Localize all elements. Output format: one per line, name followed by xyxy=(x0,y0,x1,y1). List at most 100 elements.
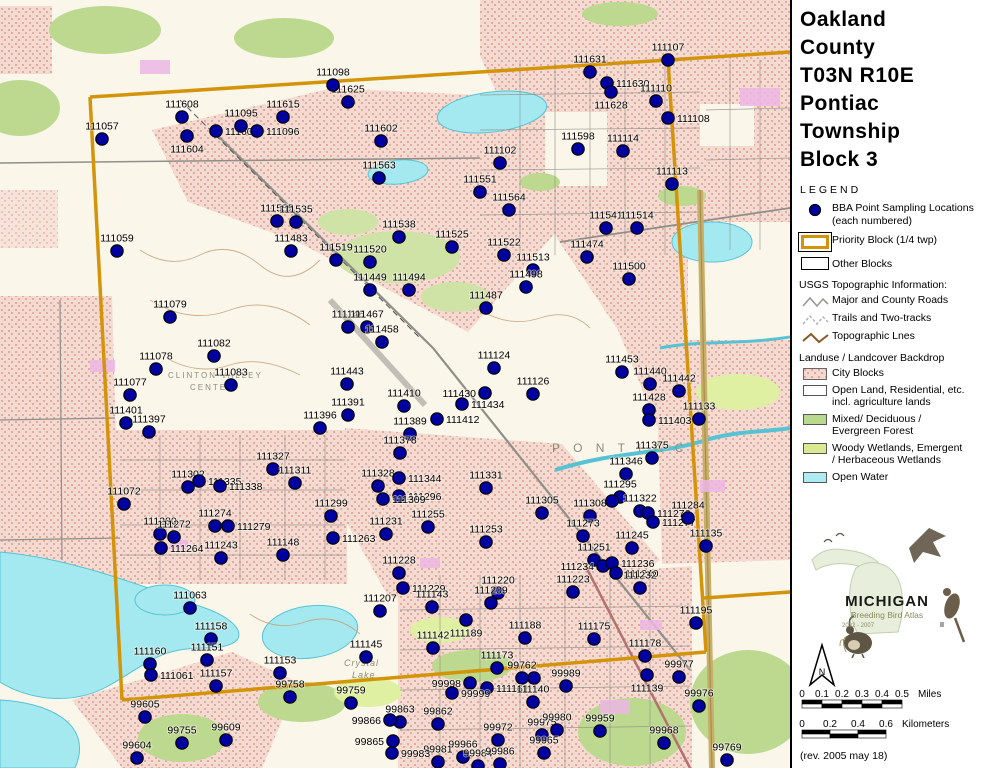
bba-point-label: 111083 xyxy=(214,367,248,379)
bba-point-111124 xyxy=(488,362,500,374)
bba-point-label: 111434 xyxy=(471,399,505,411)
bba-point-label: 111158 xyxy=(195,621,228,633)
bba-point-label: 99769 xyxy=(712,742,741,754)
bba-point-label: 111428 xyxy=(632,392,666,404)
bba-point-label: 99762 xyxy=(507,660,536,672)
bba-point-111401 xyxy=(120,417,132,429)
bba-point-label: 111114 xyxy=(607,133,639,145)
bba-point-111102 xyxy=(494,157,506,169)
bba-point-label: 111113 xyxy=(656,166,688,178)
bba-point-111077 xyxy=(124,389,136,401)
city-blocks-swatch xyxy=(798,367,832,380)
scale-unit-label: Miles xyxy=(918,689,941,700)
bba-point-label: 111061 xyxy=(160,670,194,682)
legend-heading: LEGEND xyxy=(792,176,1000,200)
bba-point-label: 111331 xyxy=(469,470,503,482)
scale-tick-label: 0.4 xyxy=(851,719,865,730)
bba-point-label: 111378 xyxy=(383,435,417,447)
bba-point-label: 111344 xyxy=(408,473,442,485)
bba-point-label: 111124 xyxy=(478,350,511,362)
other-blocks-icon xyxy=(798,256,832,270)
bba-point-label: 111110 xyxy=(640,83,672,95)
bba-point-111157 xyxy=(210,680,222,692)
scale-tick-label: 0.3 xyxy=(855,689,869,700)
bba-point-111110 xyxy=(650,95,662,107)
bba-point-label: 111453 xyxy=(605,354,639,366)
bba-point-label: 111228 xyxy=(382,555,416,567)
bba-point-label: 111474 xyxy=(570,239,604,251)
bba-point-label: 111157 xyxy=(200,668,233,680)
bba-point-111061 xyxy=(145,669,157,681)
bba-point-111188 xyxy=(519,632,531,644)
bba-point-111442 xyxy=(673,385,685,397)
bba-point-label: 111148 xyxy=(267,537,300,549)
bba-point-label: 111189 xyxy=(450,628,483,640)
bba-point-99755 xyxy=(176,737,188,749)
legend-label: Priority Block (1/4 twp) xyxy=(832,231,937,247)
bba-point-label: 111077 xyxy=(113,377,147,389)
bba-point-111564 xyxy=(503,204,515,216)
bba-point-label: 111308 xyxy=(573,498,607,510)
scale-bar-segment xyxy=(858,730,886,734)
bba-point-111245 xyxy=(626,542,638,554)
legend-item-bba-points: BBA Point Sampling Locations (each numbe… xyxy=(792,200,1000,229)
revision-note: (rev. 2005 may 18) xyxy=(800,750,887,762)
bba-point-label: 111628 xyxy=(594,100,628,112)
scale-tick-label: 0.4 xyxy=(875,689,889,700)
bba-point-label: 111251 xyxy=(577,542,611,554)
bba-point-label: 111615 xyxy=(266,99,300,111)
bba-point-label: 111232 xyxy=(623,570,657,582)
bba-point-label: 111375 xyxy=(635,440,669,452)
legend-panel: Oakland County T03N R10E Pontiac Townshi… xyxy=(790,0,1000,768)
bba-point-111494 xyxy=(403,284,415,296)
bba-point-111095 xyxy=(235,120,247,132)
north-label: N xyxy=(819,667,826,677)
bba-point-label: 111602 xyxy=(364,123,398,135)
bba-point-111327 xyxy=(267,463,279,475)
bba-point-label: 111494 xyxy=(392,272,426,284)
bba-point-111344 xyxy=(393,472,405,484)
bba-point-111434 xyxy=(456,398,468,410)
bba-point-111083 xyxy=(225,379,237,391)
bba-point-99605 xyxy=(139,711,151,723)
bba-point-111378 xyxy=(394,447,406,459)
legend-item-forest: Mixed/ Deciduous / Evergreen Forest xyxy=(792,411,1000,440)
scale-bar-segment xyxy=(842,704,862,708)
map-canvas: P O N T I A CCLINTON VALLEYCENTERCrystal… xyxy=(0,0,790,768)
bba-point-111458 xyxy=(376,336,388,348)
bba-point-111500 xyxy=(623,273,635,285)
bba-point-label: 111391 xyxy=(331,397,365,409)
bba-point-99759 xyxy=(345,697,357,709)
bba-point-label: 111522 xyxy=(487,237,521,249)
bba-point-111207 xyxy=(374,605,386,617)
topographic-map: P O N T I A CCLINTON VALLEYCENTERCrystal… xyxy=(0,0,790,768)
bba-point-label: 111143 xyxy=(416,589,449,601)
bba-point-label: 99980 xyxy=(542,712,571,724)
bba-point-111063 xyxy=(184,602,196,614)
scale-bar-segment xyxy=(802,700,822,704)
scale-bar-segment xyxy=(802,734,830,738)
bba-point-label: 111175 xyxy=(578,621,611,633)
bba-point-111474 xyxy=(581,251,593,263)
bba-point-111145 xyxy=(360,651,372,663)
bba-point-111263 xyxy=(327,532,339,544)
bba-point-111151 xyxy=(201,654,213,666)
bba-point-111139 xyxy=(641,669,653,681)
scale-bar-segment xyxy=(830,730,858,734)
bba-point-111072 xyxy=(118,498,130,510)
bba-point-label: 111322 xyxy=(623,493,657,505)
bba-point-99984 xyxy=(472,760,484,768)
bba-point-label: 111223 xyxy=(556,574,590,586)
bba-point-111243 xyxy=(215,552,227,564)
bba-point-label: 111059 xyxy=(100,233,134,245)
bba-point-label: 111264 xyxy=(170,543,204,555)
bba-point-label: 111487 xyxy=(469,290,503,302)
bba-point-111264 xyxy=(155,542,167,554)
bba-point-label: 111209 xyxy=(474,585,508,597)
bba-point-label: 111514 xyxy=(620,210,654,222)
bba-point-label: 111096 xyxy=(266,126,300,138)
bba-point-label: 111063 xyxy=(173,590,207,602)
bba-point-111538 xyxy=(393,231,405,243)
bba-point-111126 xyxy=(527,388,539,400)
bba-point-label: 111564 xyxy=(492,192,526,204)
